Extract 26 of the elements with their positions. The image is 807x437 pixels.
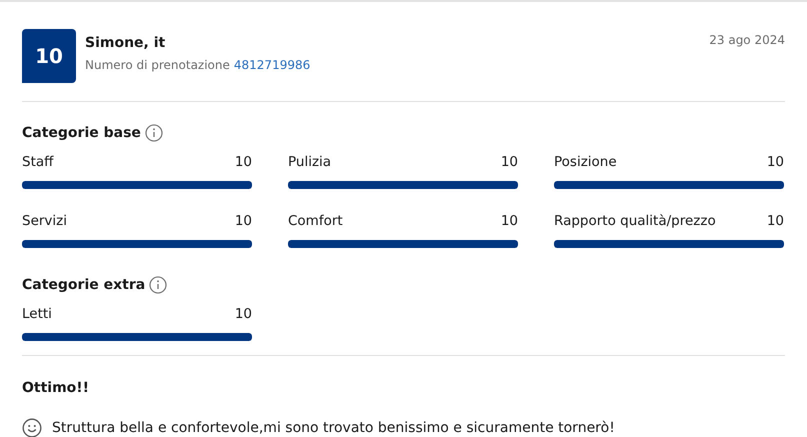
category-label: Pulizia	[288, 154, 332, 170]
booking-label: Numero di prenotazione	[85, 58, 230, 72]
category-score: 10	[234, 306, 252, 322]
smiley-icon	[22, 418, 42, 437]
comment-title: Ottimo!!	[22, 380, 90, 396]
category-score: 10	[766, 154, 784, 170]
category-label: Staff	[22, 154, 54, 170]
reviewer-name: Simone, it	[85, 35, 166, 51]
category-label: Posizione	[554, 154, 617, 170]
review-date: 23 ago 2024	[709, 32, 785, 47]
section-title: Categorie extra	[22, 277, 146, 293]
score-badge: 10	[22, 29, 76, 83]
info-icon[interactable]	[144, 124, 163, 142]
comment-text: Struttura bella e confortevole,mi sono trovato benissimo e sicuramente tornerò!	[52, 420, 615, 436]
category-score: 10	[766, 213, 784, 229]
category-score: 10	[500, 154, 518, 170]
category-label: Comfort	[288, 213, 343, 229]
category-score: 10	[500, 213, 518, 229]
category-label: Rapporto qualità/prezzo	[554, 213, 716, 229]
section-title: Categorie base	[22, 125, 141, 141]
category-score: 10	[234, 154, 252, 170]
booking-number-link[interactable]: 4812719986	[234, 58, 310, 72]
info-icon[interactable]	[149, 276, 168, 294]
category-label: Letti	[22, 306, 52, 322]
category-score: 10	[234, 213, 252, 229]
category-label: Servizi	[22, 213, 68, 229]
